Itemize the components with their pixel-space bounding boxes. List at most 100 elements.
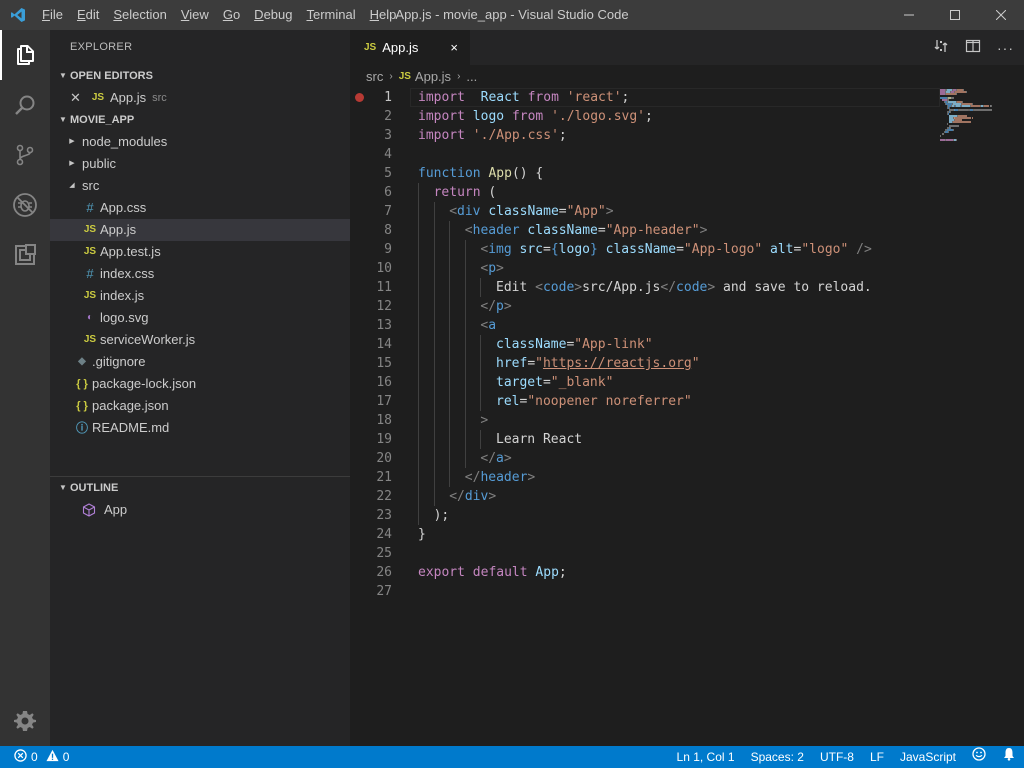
tree-item-app-js[interactable]: JS App.js	[50, 219, 350, 241]
tree-item-logo-svg[interactable]: ◐ logo.svg	[50, 307, 350, 329]
close-editor-icon[interactable]: ✕	[70, 87, 84, 109]
menu-file[interactable]: File	[35, 0, 70, 30]
tree-item-public[interactable]: ▶ public	[50, 153, 350, 175]
code-line[interactable]: 25	[350, 544, 1024, 563]
tree-item--gitignore[interactable]: ◆ .gitignore	[50, 351, 350, 373]
token: "App-logo"	[683, 242, 763, 257]
line-number: 23	[376, 508, 392, 523]
encoding[interactable]: UTF-8	[812, 746, 862, 768]
token: "App"	[566, 204, 606, 219]
code-line[interactable]: 13 <a	[350, 316, 1024, 335]
json-file-icon: { }	[76, 400, 88, 412]
language-mode[interactable]: JavaScript	[892, 746, 964, 768]
code-area[interactable]: 1 import React from 'react'; 2 import logo …	[350, 87, 1024, 746]
tree-item-package-json[interactable]: { } package.json	[50, 395, 350, 417]
project-header[interactable]: ▼ MOVIE_APP	[50, 109, 350, 131]
breadcrumb-symbol[interactable]: ...	[466, 69, 477, 84]
warnings-count[interactable]: 0	[63, 750, 70, 764]
code-line[interactable]: 21 </header>	[350, 468, 1024, 487]
token: >	[488, 489, 497, 504]
menu-help[interactable]: Help	[363, 0, 404, 30]
menu-selection[interactable]: Selection	[106, 0, 173, 30]
outline-header[interactable]: ▼ OUTLINE	[50, 477, 350, 499]
source-control-icon[interactable]	[0, 130, 50, 180]
cursor-position[interactable]: Ln 1, Col 1	[669, 746, 743, 768]
code-line[interactable]: 22 </div>	[350, 487, 1024, 506]
outline-item[interactable]: App	[50, 499, 350, 521]
code-line[interactable]: 18 >	[350, 411, 1024, 430]
search-icon[interactable]	[0, 80, 50, 130]
maximize-button[interactable]	[932, 0, 978, 30]
tree-item-src[interactable]: ◢ src	[50, 175, 350, 197]
debug-icon[interactable]	[0, 180, 50, 230]
tree-item-serviceworker-js[interactable]: JS serviceWorker.js	[50, 329, 350, 351]
code-line[interactable]: 14 className="App-link"	[350, 335, 1024, 354]
code-line[interactable]: 11 Edit <code>src/App.js</code> and save …	[350, 278, 1024, 297]
code-line[interactable]: 8 <header className="App-header">	[350, 221, 1024, 240]
code-line[interactable]: 23);	[350, 506, 1024, 525]
end-of-line[interactable]: LF	[862, 746, 892, 768]
title-bar: File Edit Selection View Go Debug Terminal Help…	[0, 0, 1024, 30]
token: alt	[770, 242, 794, 257]
explorer-icon[interactable]	[0, 30, 50, 80]
code-line[interactable]: 3 import './App.css';	[350, 126, 1024, 145]
breadcrumb-folder[interactable]: src	[366, 69, 383, 84]
tree-item-app-test-js[interactable]: JS App.test.js	[50, 241, 350, 263]
menu-terminal[interactable]: Terminal	[299, 0, 362, 30]
code-line[interactable]: 9 <img src={logo} className="App-logo" al…	[350, 240, 1024, 259]
code-line[interactable]: 4	[350, 145, 1024, 164]
code-line[interactable]: 17 rel="noopener noreferrer"	[350, 392, 1024, 411]
menu-view[interactable]: View	[174, 0, 216, 30]
window-controls	[886, 0, 1024, 30]
code-line[interactable]: 2 import logo from './logo.svg';	[350, 107, 1024, 126]
tree-item-readme-md[interactable]: ⓘ README.md	[50, 417, 350, 439]
code-line[interactable]: 16 target="_blank"	[350, 373, 1024, 392]
token: ;	[558, 128, 567, 143]
token: "logo"	[801, 242, 849, 257]
indentation[interactable]: Spaces: 2	[743, 746, 812, 768]
code-line[interactable]: 20 </a>	[350, 449, 1024, 468]
tree-item-index-css[interactable]: # index.css	[50, 263, 350, 285]
tree-item-package-lock-json[interactable]: { } package-lock.json	[50, 373, 350, 395]
open-changes-icon[interactable]	[933, 38, 949, 57]
token: =	[543, 242, 551, 257]
code-line[interactable]: 7 <div className="App">	[350, 202, 1024, 221]
code-line[interactable]: 1 import React from 'react';	[350, 88, 1024, 107]
token: './App.css'	[472, 128, 559, 143]
feedback-smiley-icon[interactable]	[964, 746, 994, 768]
code-line[interactable]: 12 </p>	[350, 297, 1024, 316]
errors-count[interactable]: 0	[31, 750, 38, 764]
token: div	[457, 204, 481, 219]
tab-app-js[interactable]: JS App.js ×	[350, 30, 470, 65]
open-editor-item[interactable]: ✕ JS App.js src	[50, 87, 350, 109]
code-line[interactable]: 24}	[350, 525, 1024, 544]
close-tab-icon[interactable]: ×	[450, 40, 458, 55]
breadcrumb-file[interactable]: App.js	[415, 69, 451, 84]
menu-debug[interactable]: Debug	[247, 0, 299, 30]
code-line[interactable]: 6 return (	[350, 183, 1024, 202]
code-line[interactable]: 27	[350, 582, 1024, 601]
extensions-icon[interactable]	[0, 230, 50, 280]
menu-edit[interactable]: Edit	[70, 0, 106, 30]
warnings-icon[interactable]	[46, 749, 59, 765]
close-window-button[interactable]	[978, 0, 1024, 30]
code-line[interactable]: 5 function App() {	[350, 164, 1024, 183]
line-number: 8	[384, 223, 392, 238]
more-actions-icon[interactable]: ···	[997, 40, 1014, 56]
tree-item-node-modules[interactable]: ▶ node_modules	[50, 131, 350, 153]
menu-go[interactable]: Go	[216, 0, 247, 30]
settings-gear-icon[interactable]	[0, 696, 50, 746]
split-editor-icon[interactable]	[965, 38, 981, 57]
code-line[interactable]: 15 href="https://reactjs.org"	[350, 354, 1024, 373]
code-line[interactable]: 10 <p>	[350, 259, 1024, 278]
code-line[interactable]: 19 Learn React	[350, 430, 1024, 449]
token: >	[503, 299, 512, 314]
tree-item-index-js[interactable]: JS index.js	[50, 285, 350, 307]
code-line[interactable]: 26 export default App;	[350, 563, 1024, 582]
tree-item-app-css[interactable]: # App.css	[50, 197, 350, 219]
minimize-button[interactable]	[886, 0, 932, 30]
errors-icon[interactable]	[14, 749, 27, 765]
notifications-bell-icon[interactable]	[994, 746, 1024, 768]
open-editors-header[interactable]: ▼ OPEN EDITORS	[50, 65, 350, 87]
token: <	[535, 280, 543, 295]
